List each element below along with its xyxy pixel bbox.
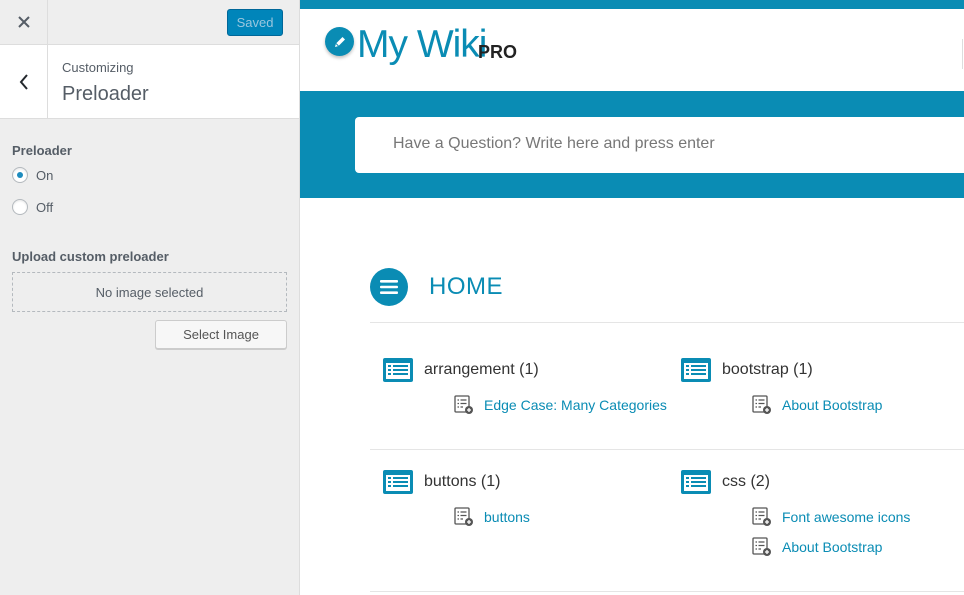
category-name[interactable]: buttons (1) (424, 473, 500, 491)
category-css[interactable]: css (2) (680, 469, 770, 495)
radio-button-off[interactable] (12, 199, 28, 215)
category-buttons[interactable]: buttons (1) (382, 469, 500, 495)
site-header: My Wiki PRO (300, 9, 964, 91)
pencil-icon (325, 27, 354, 56)
radio-option-off[interactable]: Off (12, 199, 287, 215)
post-icon (752, 507, 771, 526)
upload-label: Upload custom preloader (12, 249, 169, 264)
section-header: Customizing Preloader (0, 45, 299, 119)
search-placeholder: Have a Question? Write here and press en… (393, 135, 715, 152)
search-hero: Have a Question? Write here and press en… (300, 91, 964, 198)
breadcrumb: Customizing (62, 60, 134, 75)
post-link[interactable]: buttons (454, 507, 530, 527)
post-link[interactable]: About Bootstrap (752, 537, 882, 557)
site-logo[interactable]: My Wiki (357, 23, 487, 67)
home-heading: HOME (370, 268, 503, 306)
top-bar (300, 0, 964, 9)
radio-label-on: On (36, 167, 54, 183)
post-title[interactable]: buttons (484, 509, 530, 525)
category-name[interactable]: bootstrap (1) (722, 361, 813, 379)
post-icon (454, 395, 473, 414)
logo-badge: PRO (478, 42, 518, 62)
post-title[interactable]: Edge Case: Many Categories (484, 397, 667, 413)
site-preview: My Wiki PRO Have a Question? Write here … (300, 0, 964, 595)
category-arrangement[interactable]: arrangement (1) (382, 357, 539, 383)
menu-icon (370, 268, 408, 306)
category-name[interactable]: css (2) (722, 473, 770, 491)
radio-option-on[interactable]: On (12, 167, 287, 183)
post-icon (752, 537, 771, 556)
search-input[interactable]: Have a Question? Write here and press en… (355, 117, 964, 173)
chevron-left-icon (19, 73, 28, 90)
divider (370, 449, 964, 450)
section-title: Preloader (62, 83, 149, 105)
post-link[interactable]: About Bootstrap (752, 395, 882, 415)
post-link[interactable]: Font awesome icons (752, 507, 910, 527)
home-title: HOME (429, 273, 503, 300)
post-icon (752, 395, 771, 414)
section-controls: Preloader On Off Upload custom preloader… (0, 119, 299, 349)
post-title[interactable]: About Bootstrap (782, 397, 882, 413)
post-link[interactable]: Edge Case: Many Categories (454, 395, 667, 415)
divider (370, 591, 964, 592)
back-button[interactable] (0, 45, 48, 118)
customizer-screen: Saved Customizing Preloader Preloader On… (0, 0, 964, 595)
list-icon (383, 358, 413, 382)
preloader-label: Preloader (12, 143, 72, 158)
select-image-button[interactable]: Select Image (155, 320, 287, 349)
radio-button-on[interactable] (12, 167, 28, 183)
list-icon (681, 358, 711, 382)
post-title[interactable]: Font awesome icons (782, 509, 910, 525)
list-icon (383, 470, 413, 494)
post-icon (454, 507, 473, 526)
image-placeholder: No image selected (12, 272, 287, 312)
category-name[interactable]: arrangement (1) (424, 361, 539, 379)
customizer-sidebar: Saved Customizing Preloader Preloader On… (0, 0, 300, 595)
divider (370, 322, 964, 323)
saved-button[interactable]: Saved (227, 9, 283, 36)
post-title[interactable]: About Bootstrap (782, 539, 882, 555)
sidebar-header: Saved (0, 0, 299, 45)
category-bootstrap[interactable]: bootstrap (1) (680, 357, 813, 383)
list-icon (681, 470, 711, 494)
close-icon (17, 16, 30, 28)
radio-label-off: Off (36, 199, 54, 215)
close-button[interactable] (0, 0, 48, 44)
